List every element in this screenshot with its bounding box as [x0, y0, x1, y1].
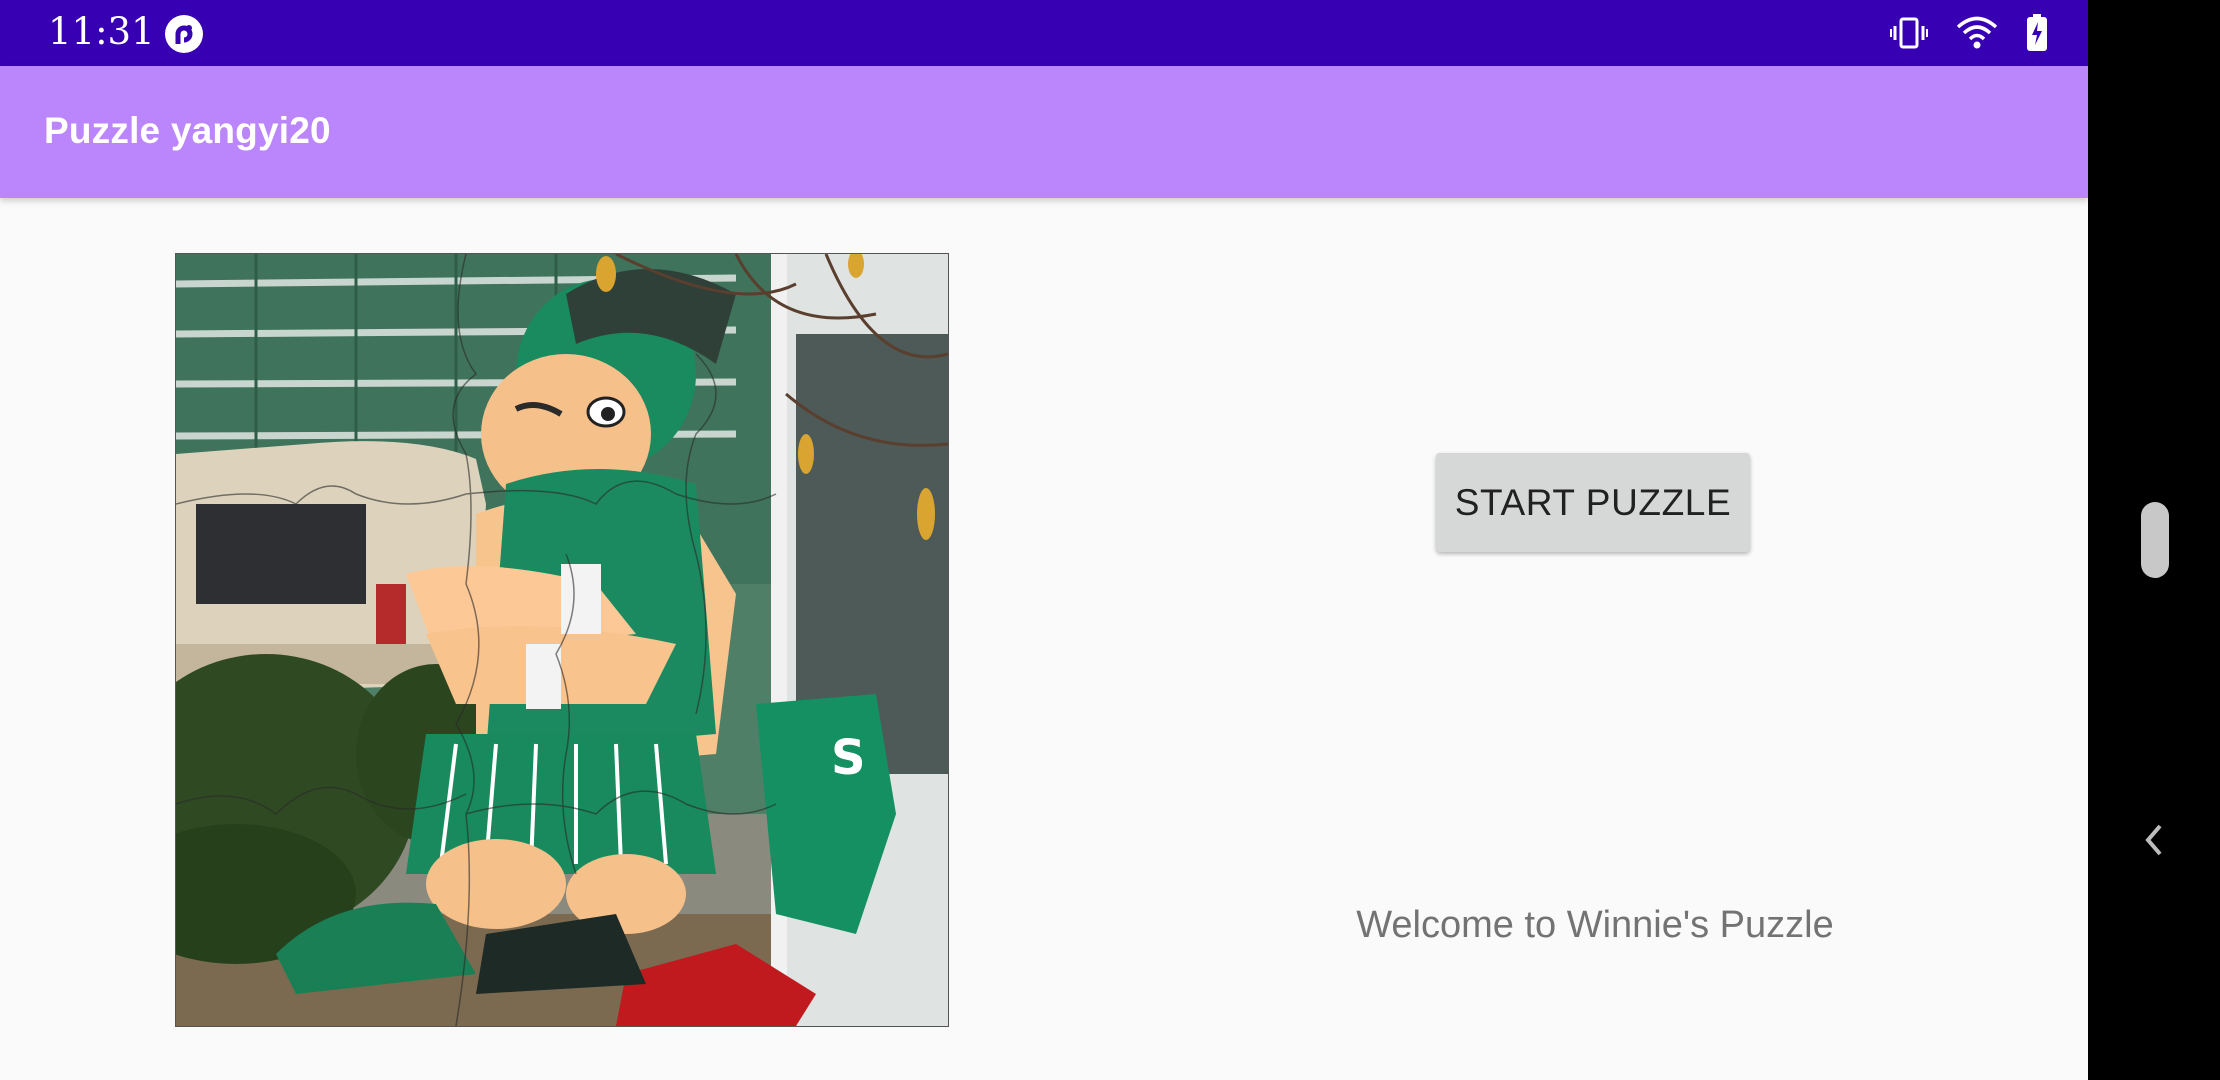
puzzle-image[interactable]: S [175, 253, 949, 1027]
scroll-handle[interactable] [2141, 502, 2169, 578]
vibrate-icon [1890, 16, 1928, 50]
pocket-casts-icon [164, 14, 204, 54]
battery-charging-icon [2026, 14, 2048, 52]
welcome-text: Welcome to Winnie's Puzzle [1356, 904, 1834, 946]
status-icons [1890, 12, 2048, 54]
app-bar: Puzzle yangyi20 [0, 66, 2088, 198]
app-title: Puzzle yangyi20 [44, 110, 331, 151]
navigation-strip [2088, 0, 2220, 1080]
start-puzzle-button[interactable]: START PUZZLE [1436, 453, 1750, 552]
status-time: 11:31 [48, 10, 155, 53]
wifi-icon [1956, 16, 1998, 50]
status-bar: 11:31 [0, 0, 2088, 66]
back-chevron-icon[interactable] [2138, 820, 2172, 860]
svg-text:S: S [831, 730, 866, 786]
screen: 11:31 Puzzle yangyi20 S START PUZZLE Wel… [0, 0, 2088, 1080]
